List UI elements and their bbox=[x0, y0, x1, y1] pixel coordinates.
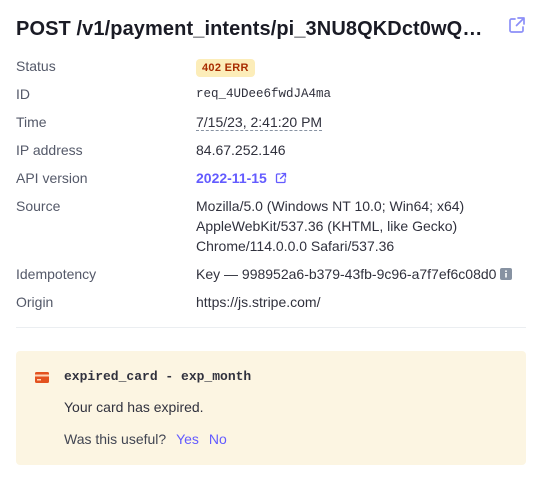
feedback-no-button[interactable]: No bbox=[209, 431, 227, 447]
api-version-link[interactable]: 2022-11-15 bbox=[196, 170, 287, 186]
request-details-panel: POST /v1/payment_intents/pi_3NU8QKDct0wQ… bbox=[16, 0, 526, 465]
request-id-value: req_4UDee6fwdJA4ma bbox=[196, 87, 332, 101]
status-badge: 402 ERR bbox=[196, 59, 255, 77]
panel-header: POST /v1/payment_intents/pi_3NU8QKDct0wQ… bbox=[16, 0, 526, 62]
origin-value: https://js.stripe.com/ bbox=[196, 294, 321, 310]
source-line: AppleWebKit/537.36 (KHTML, like Gecko) bbox=[196, 218, 458, 234]
idempotency-label: Idempotency bbox=[16, 266, 97, 282]
ip-label: IP address bbox=[16, 142, 83, 158]
external-link-icon bbox=[275, 172, 286, 184]
external-link-icon[interactable] bbox=[508, 16, 526, 34]
api-version-label: API version bbox=[16, 170, 88, 186]
status-value-wrap: 402 ERR bbox=[196, 56, 526, 77]
feedback-prompt: Was this useful? Yes No bbox=[64, 431, 227, 447]
info-icon[interactable] bbox=[500, 268, 513, 280]
time-value[interactable]: 7/15/23, 2:41:20 PM bbox=[196, 114, 323, 131]
error-message: Your card has expired. bbox=[64, 399, 204, 415]
ip-value: 84.67.252.146 bbox=[196, 142, 286, 158]
source-line: Chrome/114.0.0.0 Safari/537.36 bbox=[196, 238, 395, 254]
idempotency-value: Key — 998952a6-b379-43fb-9c96-a7f7ef6c08… bbox=[196, 266, 497, 282]
error-alert: expired_card - exp_month Your card has e… bbox=[16, 351, 526, 465]
time-value-wrap: 7/15/23, 2:41:20 PM bbox=[196, 112, 526, 132]
status-label: Status bbox=[16, 58, 56, 74]
id-label: ID bbox=[16, 86, 30, 102]
divider bbox=[16, 327, 526, 328]
api-version-value-wrap: 2022-11-15 bbox=[196, 168, 526, 188]
idempotency-value-wrap: Key — 998952a6-b379-43fb-9c96-a7f7ef6c08… bbox=[196, 264, 526, 284]
page-title: POST /v1/payment_intents/pi_3NU8QKDct0wQ… bbox=[16, 18, 483, 40]
source-value: Mozilla/5.0 (Windows NT 10.0; Win64; x64… bbox=[196, 196, 526, 256]
api-version-value: 2022-11-15 bbox=[196, 170, 267, 186]
feedback-question: Was this useful? bbox=[64, 431, 167, 447]
credit-card-icon bbox=[35, 372, 49, 383]
source-line: Mozilla/5.0 (Windows NT 10.0; Win64; x64… bbox=[196, 198, 465, 214]
source-label: Source bbox=[16, 198, 61, 214]
origin-label: Origin bbox=[16, 294, 54, 310]
feedback-yes-button[interactable]: Yes bbox=[176, 431, 199, 447]
time-label: Time bbox=[16, 114, 47, 130]
error-code: expired_card - exp_month bbox=[64, 369, 252, 384]
